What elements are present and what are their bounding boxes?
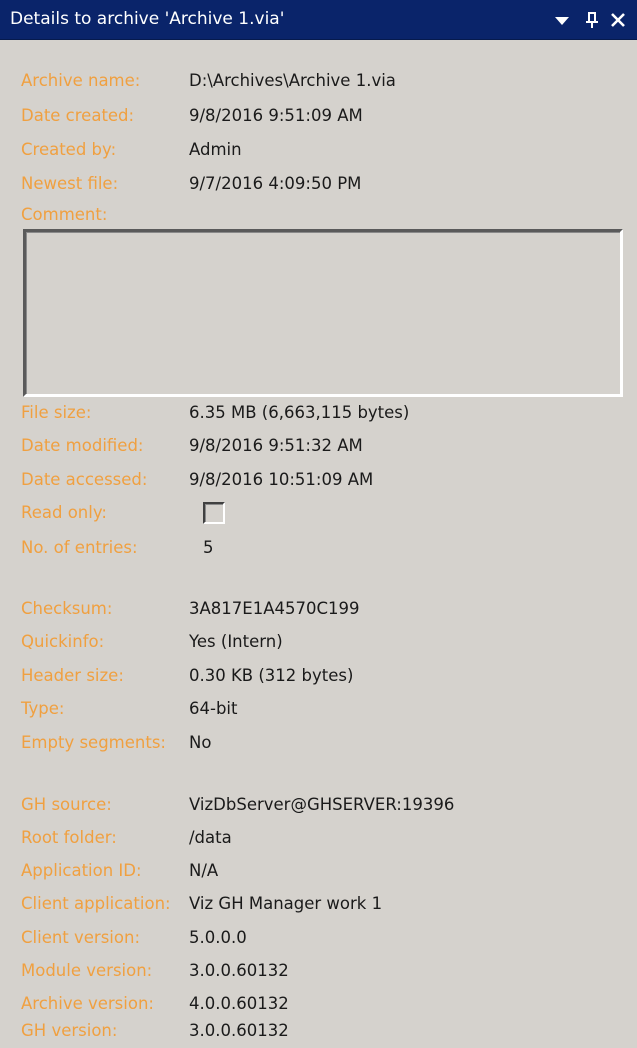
gh-source-label: GH source: bbox=[21, 795, 112, 814]
gh-version-value: 3.0.0.60132 bbox=[189, 1021, 289, 1040]
comment-label: Comment: bbox=[21, 205, 108, 224]
type-value: 64-bit bbox=[189, 699, 238, 718]
archive-version-value: 4.0.0.60132 bbox=[189, 994, 289, 1013]
module-version-label: Module version: bbox=[21, 961, 153, 980]
read-only-checkbox[interactable] bbox=[203, 502, 225, 524]
type-label: Type: bbox=[21, 699, 65, 718]
quickinfo-value: Yes (Intern) bbox=[189, 632, 283, 651]
close-icon[interactable] bbox=[607, 8, 629, 32]
client-application-label: Client application: bbox=[21, 894, 171, 913]
date-accessed-label: Date accessed: bbox=[21, 470, 148, 489]
client-application-value: Viz GH Manager work 1 bbox=[189, 894, 383, 913]
date-created-label: Date created: bbox=[21, 106, 135, 125]
empty-segments-value: No bbox=[189, 733, 212, 752]
gh-source-value: VizDbServer@GHSERVER:19396 bbox=[189, 795, 455, 814]
panel-title: Details to archive 'Archive 1.via' bbox=[10, 9, 285, 29]
date-modified-value: 9/8/2016 9:51:32 AM bbox=[189, 436, 363, 455]
client-version-value: 5.0.0.0 bbox=[189, 928, 247, 947]
archive-name-value: D:\Archives\Archive 1.via bbox=[189, 71, 396, 90]
file-size-value: 6.35 MB (6,663,115 bytes) bbox=[189, 403, 410, 422]
empty-segments-label: Empty segments: bbox=[21, 733, 166, 752]
date-modified-label: Date modified: bbox=[21, 436, 144, 455]
quickinfo-label: Quickinfo: bbox=[21, 632, 105, 651]
checksum-label: Checksum: bbox=[21, 599, 113, 618]
header-size-label: Header size: bbox=[21, 666, 124, 685]
created-by-value: Admin bbox=[189, 140, 242, 159]
archive-version-label: Archive version: bbox=[21, 994, 154, 1013]
date-accessed-value: 9/8/2016 10:51:09 AM bbox=[189, 470, 374, 489]
archive-name-label: Archive name: bbox=[21, 71, 141, 90]
entries-value: 5 bbox=[203, 538, 214, 557]
pin-icon[interactable] bbox=[581, 8, 603, 32]
header-size-value: 0.30 KB (312 bytes) bbox=[189, 666, 354, 685]
root-folder-label: Root folder: bbox=[21, 828, 117, 847]
entries-label: No. of entries: bbox=[21, 538, 138, 557]
gh-version-label: GH version: bbox=[21, 1021, 118, 1040]
date-created-value: 9/8/2016 9:51:09 AM bbox=[189, 106, 363, 125]
application-id-label: Application ID: bbox=[21, 861, 142, 880]
file-size-label: File size: bbox=[21, 403, 92, 422]
comment-textbox[interactable] bbox=[23, 229, 623, 397]
archive-details-panel: Details to archive 'Archive 1.via' Archi… bbox=[0, 0, 637, 1048]
client-version-label: Client version: bbox=[21, 928, 141, 947]
newest-file-value: 9/7/2016 4:09:50 PM bbox=[189, 174, 362, 193]
dropdown-arrow-icon[interactable] bbox=[551, 8, 573, 32]
checksum-value: 3A817E1A4570C199 bbox=[189, 599, 360, 618]
created-by-label: Created by: bbox=[21, 140, 117, 159]
panel-titlebar[interactable]: Details to archive 'Archive 1.via' bbox=[0, 0, 637, 40]
module-version-value: 3.0.0.60132 bbox=[189, 961, 289, 980]
root-folder-value: /data bbox=[189, 828, 232, 847]
read-only-label: Read only: bbox=[21, 503, 107, 522]
application-id-value: N/A bbox=[189, 861, 219, 880]
newest-file-label: Newest file: bbox=[21, 174, 119, 193]
